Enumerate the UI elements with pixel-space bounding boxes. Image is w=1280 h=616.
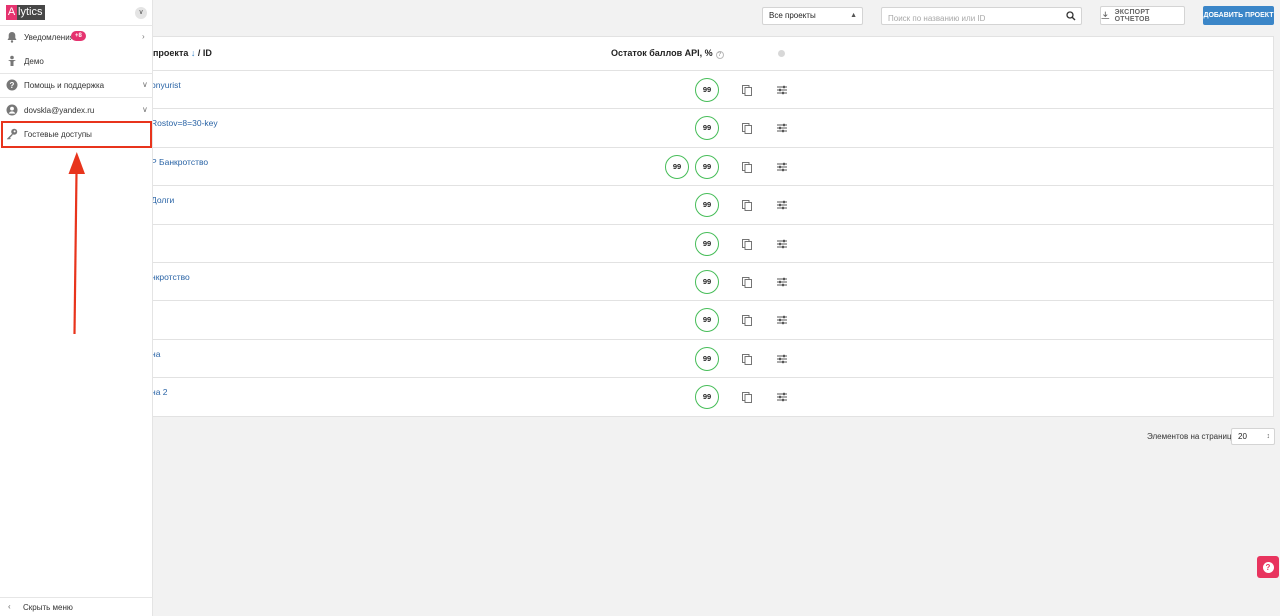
alytics-logo[interactable]: A lytics bbox=[6, 5, 46, 20]
sidebar-item-label: Демо bbox=[24, 57, 44, 66]
api-balance-circle: 99 bbox=[695, 385, 719, 410]
column-name-label: проекта bbox=[153, 48, 189, 58]
user-circle-icon bbox=[6, 104, 18, 116]
api-balance-circle: 99 bbox=[695, 346, 719, 371]
copy-icon[interactable] bbox=[742, 200, 752, 212]
sidebar-item-label: Помощь и поддержка bbox=[24, 81, 105, 90]
sort-down-icon[interactable]: ↓ bbox=[191, 48, 196, 58]
table-row: Р Банкротство 99 99 bbox=[1, 148, 1273, 187]
copy-icon[interactable] bbox=[742, 353, 752, 365]
copy-icon[interactable] bbox=[742, 238, 752, 250]
help-chat-button[interactable]: ? bbox=[1257, 556, 1279, 578]
api-balance-circle: 99 bbox=[695, 78, 719, 102]
add-project-button[interactable]: ДОБАВИТЬ ПРОЕКТ bbox=[1203, 6, 1274, 25]
settings-sliders-icon[interactable] bbox=[777, 354, 787, 364]
project-name-link[interactable]: Rostov=8=30-key bbox=[151, 118, 218, 128]
settings-sliders-icon[interactable] bbox=[777, 200, 787, 210]
api-balance-circle: 99 bbox=[695, 154, 719, 179]
column-header-name[interactable]: проекта ↓ / ID bbox=[153, 48, 212, 58]
copy-icon[interactable] bbox=[742, 277, 752, 288]
settings-sliders-icon[interactable] bbox=[777, 277, 787, 287]
api-balance-circle: 99 bbox=[695, 270, 719, 294]
project-name-link[interactable]: Р Банкротство bbox=[151, 157, 208, 167]
select-arrows-icon: ▲︎ bbox=[850, 12, 857, 19]
sidebar-item-demo[interactable]: Демо bbox=[0, 49, 153, 73]
per-page-select[interactable]: 20 ↕ bbox=[1231, 428, 1275, 445]
logo-mark: A bbox=[6, 5, 17, 20]
settings-sliders-icon[interactable] bbox=[777, 239, 787, 249]
select-arrows-icon: ↕ bbox=[1266, 433, 1271, 440]
logo-text: lytics bbox=[17, 5, 46, 20]
bell-icon bbox=[7, 32, 17, 43]
project-filter-value: Все проекты bbox=[769, 11, 816, 20]
sidebar-item-help[interactable]: ? Помощь и поддержка ∨ bbox=[0, 73, 153, 97]
table-row: на 2 99 bbox=[1, 378, 1273, 416]
sidebar-item-label: dovskla@yandex.ru bbox=[24, 106, 95, 115]
chevron-left-icon: ‹ bbox=[8, 602, 11, 611]
sidebar-item-account[interactable]: dovskla@yandex.ru ∨ bbox=[0, 98, 153, 122]
settings-sliders-icon[interactable] bbox=[777, 85, 787, 95]
per-page-label: Элементов на странице: bbox=[1147, 432, 1239, 441]
copy-icon[interactable] bbox=[742, 392, 752, 404]
api-balance-circle: 99 bbox=[695, 116, 719, 141]
table-header: проекта ↓ / ID Остаток баллов API, %? bbox=[1, 37, 1273, 71]
chevron-down-icon: ∨ bbox=[142, 80, 148, 89]
projects-table: проекта ↓ / ID Остаток баллов API, %? pn… bbox=[0, 36, 1274, 417]
table-row: 99 bbox=[1, 225, 1273, 263]
annotation-arrow bbox=[68, 152, 85, 335]
copy-icon[interactable] bbox=[742, 123, 752, 135]
sidebar-item-label: Уведомления bbox=[24, 33, 75, 42]
project-name-link[interactable]: pnyurist bbox=[151, 80, 181, 90]
project-name-link[interactable]: нкротство bbox=[151, 272, 190, 282]
project-name-link[interactable]: Долги bbox=[151, 195, 174, 205]
help-tooltip-icon[interactable]: ? bbox=[715, 51, 724, 59]
table-row: Долги 99 bbox=[1, 186, 1273, 225]
hide-menu-button[interactable]: ‹ Скрыть меню bbox=[0, 597, 153, 616]
search-input[interactable] bbox=[882, 10, 1052, 27]
api-balance-circle: 99 bbox=[695, 193, 719, 218]
api-balance-circle: 99 bbox=[695, 231, 719, 256]
chevron-down-icon: ∨ bbox=[142, 105, 148, 114]
project-filter-select[interactable]: Все проекты ▲︎ bbox=[762, 7, 863, 25]
api-balance-circle-secondary: 99 bbox=[665, 154, 689, 179]
chevron-down-icon[interactable]: ∨ bbox=[135, 7, 147, 19]
person-icon bbox=[8, 55, 16, 66]
column-header-api: Остаток баллов API, %? bbox=[611, 48, 724, 59]
per-page-value: 20 bbox=[1238, 432, 1247, 441]
copy-icon[interactable] bbox=[742, 161, 752, 173]
project-name-link[interactable]: на 2 bbox=[151, 387, 168, 397]
annotation-highlight-box bbox=[1, 121, 152, 148]
table-row: нкротство 99 bbox=[1, 263, 1273, 302]
hide-menu-label: Скрыть меню bbox=[23, 603, 73, 612]
question-circle-icon: ? bbox=[6, 79, 18, 91]
export-reports-label: ЭКСПОРТ ОТЧЕТОВ bbox=[1114, 8, 1150, 23]
chevron-right-icon: › bbox=[142, 32, 145, 41]
download-icon bbox=[1101, 11, 1110, 19]
top-toolbar: Все проекты ▲︎ ЭКСПОРТ ОТЧЕТОВ ДОБАВИТЬ … bbox=[0, 0, 1280, 36]
table-row: на 99 bbox=[1, 340, 1273, 379]
copy-icon[interactable] bbox=[742, 315, 752, 327]
column-settings-icon[interactable] bbox=[778, 50, 785, 57]
settings-sliders-icon[interactable] bbox=[777, 315, 787, 325]
sidebar-item-notifications[interactable]: Уведомления +8 › bbox=[0, 25, 153, 49]
column-api-label: Остаток баллов API, % bbox=[611, 48, 713, 58]
search-icon[interactable] bbox=[1066, 11, 1076, 21]
table-row: pnyurist 99 bbox=[1, 71, 1273, 110]
settings-sliders-icon[interactable] bbox=[777, 162, 787, 172]
notification-count-badge: +8 bbox=[71, 31, 86, 41]
copy-icon[interactable] bbox=[742, 85, 752, 96]
column-id-label: / ID bbox=[197, 48, 212, 58]
settings-sliders-icon[interactable] bbox=[777, 123, 787, 133]
api-balance-circle: 99 bbox=[695, 308, 719, 333]
table-row: Rostov=8=30-key 99 bbox=[1, 109, 1273, 148]
svg-text:?: ? bbox=[10, 81, 15, 90]
search-box bbox=[881, 7, 1082, 27]
export-reports-button[interactable]: ЭКСПОРТ ОТЧЕТОВ bbox=[1100, 6, 1185, 25]
table-row: 99 bbox=[1, 301, 1273, 340]
settings-sliders-icon[interactable] bbox=[777, 392, 787, 402]
question-icon: ? bbox=[1262, 561, 1274, 573]
